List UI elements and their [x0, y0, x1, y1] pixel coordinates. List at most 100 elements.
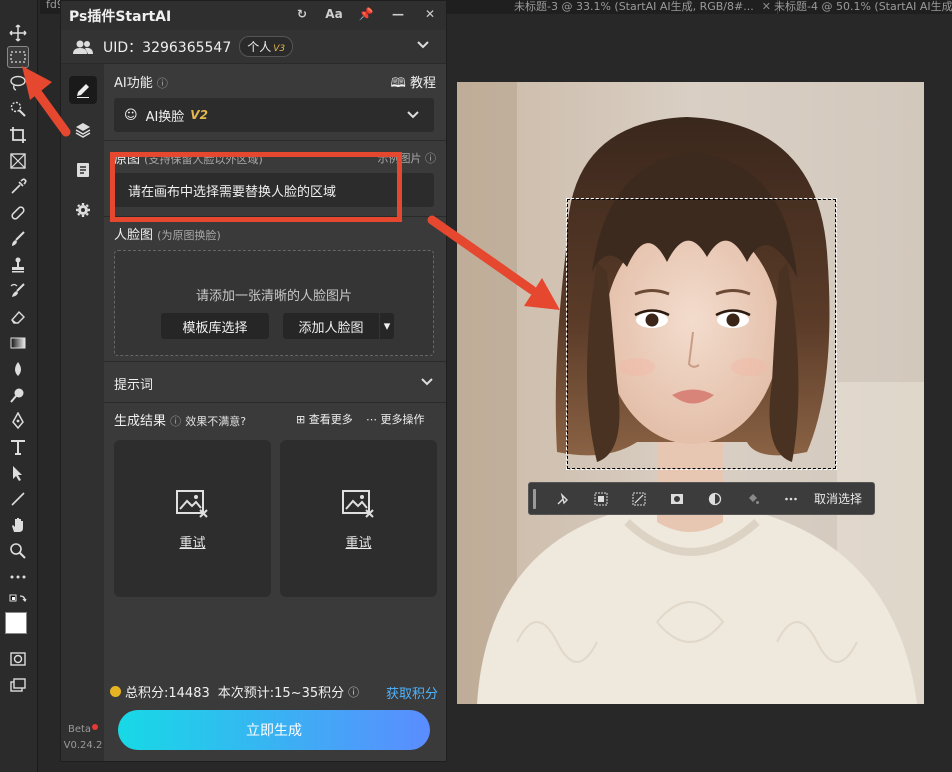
- drop-hint: 请添加一张清晰的人脸图片: [195, 289, 352, 304]
- more-tools-icon[interactable]: [7, 566, 29, 588]
- broken-image-icon: [342, 490, 374, 518]
- retry-button[interactable]: 重试: [114, 532, 271, 551]
- info-icon[interactable]: ⓘ: [348, 684, 359, 700]
- coin-icon: [110, 686, 121, 697]
- results-label: 生成结果 ⓘ 效果不满意?: [114, 410, 246, 429]
- tab-label: 未标题-3 @ 33.1% (StartAI AI生成, RGB/8#...: [514, 0, 754, 13]
- healing-brush-tool-icon[interactable]: [7, 202, 29, 224]
- ai-function-selected: AI换脸: [145, 109, 185, 125]
- pen-tool-icon[interactable]: [7, 410, 29, 432]
- account-level: V3: [273, 44, 286, 54]
- retry-button[interactable]: 重试: [280, 532, 437, 551]
- add-face-button[interactable]: 添加人脸图: [283, 313, 379, 339]
- side-nav: Beta V0.24.2: [61, 64, 104, 761]
- eraser-tool-icon[interactable]: [7, 306, 29, 328]
- history-tab-icon[interactable]: [69, 156, 97, 184]
- face-image-drop-zone[interactable]: 请添加一张清晰的人脸图片 模板库选择 添加人脸图 ▾: [114, 250, 434, 356]
- settings-gear-icon[interactable]: [69, 196, 97, 224]
- account-type-badge: 个人 V3: [239, 36, 294, 57]
- photoshop-window: fd9 未标题-3 @ 33.1% (StartAI AI生成, RGB/8#.…: [0, 0, 952, 772]
- help-icon: ⓘ: [425, 152, 436, 165]
- invert-selection-icon[interactable]: [582, 487, 620, 511]
- dodge-tool-icon[interactable]: [7, 384, 29, 406]
- face-text: 人脸图: [114, 228, 154, 243]
- divider: [104, 361, 446, 362]
- broken-image-icon: [176, 490, 208, 518]
- account-type-label: 个人: [247, 40, 272, 54]
- edit-tab-icon[interactable]: [69, 76, 97, 104]
- notification-dot: [92, 724, 99, 730]
- startai-plugin-panel: Ps插件StartAI ↻ Aa 📌 — ✕ UID：3296365547 个人…: [60, 0, 447, 762]
- move-tool-icon[interactable]: [7, 22, 29, 44]
- face-selection-marquee[interactable]: [566, 198, 837, 470]
- version-label: V0.24.2: [63, 740, 103, 751]
- beta-label: Beta: [67, 724, 92, 735]
- swap-colors-icon[interactable]: [7, 590, 29, 612]
- line-tool-icon[interactable]: [7, 488, 29, 510]
- adjustment-layer-icon[interactable]: [696, 487, 734, 511]
- document-tab[interactable]: 未标题-4 @ 50.1% (StartAI AI生成, RGB/8#...✕: [768, 0, 952, 14]
- ai-function-select[interactable]: ☺ AI换脸 V2: [114, 98, 434, 132]
- ai-function-version: V2: [190, 108, 208, 122]
- clone-stamp-tool-icon[interactable]: [7, 254, 29, 276]
- minimize-icon[interactable]: —: [388, 7, 408, 21]
- chevron-down-icon[interactable]: ▾: [380, 313, 394, 339]
- chevron-down-icon: [407, 111, 419, 119]
- fill-selection-icon[interactable]: [734, 487, 772, 511]
- marquee-tool-icon[interactable]: [7, 46, 29, 68]
- prompt-label[interactable]: 提示词: [114, 374, 153, 393]
- result-card[interactable]: 重试: [114, 440, 271, 597]
- users-icon: [73, 40, 93, 54]
- ai-function-label: AI功能 ⓘ: [114, 72, 168, 91]
- panel-header: Ps插件StartAI ↻ Aa 📌 — ✕: [61, 1, 446, 30]
- eyedropper-tool-icon[interactable]: [7, 176, 29, 198]
- account-row[interactable]: UID：3296365547 个人 V3: [61, 30, 446, 64]
- path-selection-tool-icon[interactable]: [7, 462, 29, 484]
- book-icon: 🕮: [390, 76, 406, 91]
- type-tool-icon[interactable]: [7, 436, 29, 458]
- panel-title: Ps插件StartAI: [69, 8, 172, 25]
- face-label: 人脸图 (为原图换脸): [114, 224, 221, 243]
- more-options-icon[interactable]: [772, 487, 810, 511]
- close-icon[interactable]: ✕: [420, 7, 440, 21]
- mask-from-selection-icon[interactable]: [658, 487, 696, 511]
- drag-handle[interactable]: [533, 488, 536, 509]
- font-size-icon[interactable]: Aa: [324, 7, 344, 21]
- layers-tab-icon[interactable]: [69, 116, 97, 144]
- transform-selection-icon[interactable]: [620, 487, 658, 511]
- quick-mask-icon[interactable]: [7, 648, 29, 670]
- foreground-color-swatch[interactable]: [5, 612, 27, 634]
- chevron-down-icon[interactable]: [416, 38, 430, 52]
- beta-tag: Beta: [63, 724, 103, 735]
- tutorial-link[interactable]: 🕮 教程: [391, 72, 436, 96]
- tab-label: 未标题-4 @ 50.1% (StartAI AI生成, RGB/8#...: [774, 0, 952, 13]
- modify-selection-icon[interactable]: [544, 487, 582, 511]
- view-more-link[interactable]: ⊞ 查看更多: [296, 411, 353, 427]
- get-credits-link[interactable]: 获取积分: [386, 683, 438, 702]
- view-more-text: 查看更多: [308, 413, 353, 426]
- generate-button[interactable]: 立即生成: [118, 710, 430, 750]
- brush-tool-icon[interactable]: [7, 228, 29, 250]
- quick-selection-tool-icon[interactable]: [7, 98, 29, 120]
- pin-icon[interactable]: 📌: [356, 7, 376, 21]
- template-library-button[interactable]: 模板库选择: [161, 313, 269, 339]
- more-actions-link[interactable]: ⋯ 更多操作: [366, 411, 425, 427]
- lasso-tool-icon[interactable]: [7, 72, 29, 94]
- frame-tool-icon[interactable]: [7, 150, 29, 172]
- screen-mode-icon[interactable]: [7, 674, 29, 696]
- unsatisfied-link[interactable]: 效果不满意?: [185, 415, 246, 428]
- info-icon[interactable]: ⓘ: [157, 77, 168, 90]
- zoom-tool-icon[interactable]: [7, 540, 29, 562]
- gradient-tool-icon[interactable]: [7, 332, 29, 354]
- help-icon: ⓘ: [170, 415, 182, 428]
- hand-tool-icon[interactable]: [7, 514, 29, 536]
- deselect-button[interactable]: 取消选择: [814, 490, 862, 507]
- blur-tool-icon[interactable]: [7, 358, 29, 380]
- credits-info: 总积分:14483 本次预计:15~35积分 ⓘ: [110, 682, 359, 701]
- result-card[interactable]: 重试: [280, 440, 437, 597]
- history-brush-tool-icon[interactable]: [7, 280, 29, 302]
- crop-tool-icon[interactable]: [7, 124, 29, 146]
- chevron-down-icon[interactable]: [420, 375, 434, 389]
- document-tab[interactable]: 未标题-3 @ 33.1% (StartAI AI生成, RGB/8#... ✕: [508, 0, 778, 14]
- refresh-icon[interactable]: ↻: [292, 7, 312, 21]
